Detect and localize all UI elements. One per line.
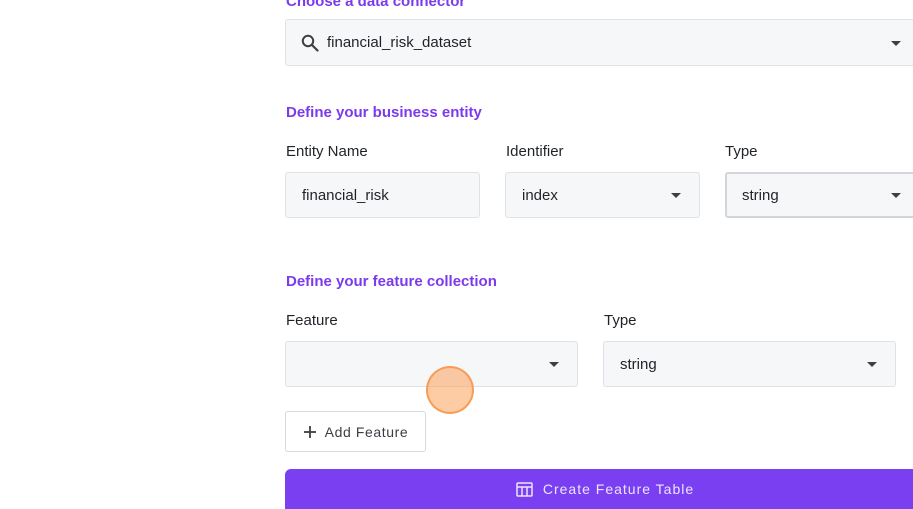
identifier-label: Identifier <box>506 143 564 160</box>
entity-section-title: Define your business entity <box>286 104 482 121</box>
create-feature-table-button[interactable]: Create Feature Table <box>285 469 913 509</box>
entity-type-value: string <box>742 187 779 204</box>
entity-name-label: Entity Name <box>286 143 368 160</box>
entity-name-value: financial_risk <box>302 187 389 204</box>
chevron-down-icon <box>891 41 901 46</box>
identifier-select[interactable]: index <box>505 172 700 218</box>
feature-type-select[interactable]: string <box>603 341 896 387</box>
cursor-click-indicator <box>426 366 474 414</box>
entity-type-label: Type <box>725 143 758 160</box>
data-connector-select[interactable]: financial_risk_dataset <box>285 19 913 66</box>
chevron-down-icon <box>891 193 901 198</box>
create-feature-table-label: Create Feature Table <box>542 481 695 497</box>
feature-label: Feature <box>286 312 338 329</box>
table-icon <box>516 481 533 497</box>
chevron-down-icon <box>867 362 877 367</box>
identifier-value: index <box>522 187 558 204</box>
entity-name-input[interactable]: financial_risk <box>285 172 480 218</box>
chevron-down-icon <box>549 362 559 367</box>
plus-icon <box>303 425 317 439</box>
data-connector-value: financial_risk_dataset <box>327 34 472 51</box>
feature-section-title: Define your feature collection <box>286 273 497 290</box>
chevron-down-icon <box>671 193 681 198</box>
feature-type-label: Type <box>604 312 637 329</box>
connector-section-title: Choose a data connector <box>286 0 466 10</box>
add-feature-button[interactable]: Add Feature <box>285 411 426 452</box>
entity-type-select[interactable]: string <box>725 172 913 218</box>
search-icon <box>301 34 319 57</box>
feature-type-value: string <box>620 356 657 373</box>
add-feature-label: Add Feature <box>324 423 409 440</box>
